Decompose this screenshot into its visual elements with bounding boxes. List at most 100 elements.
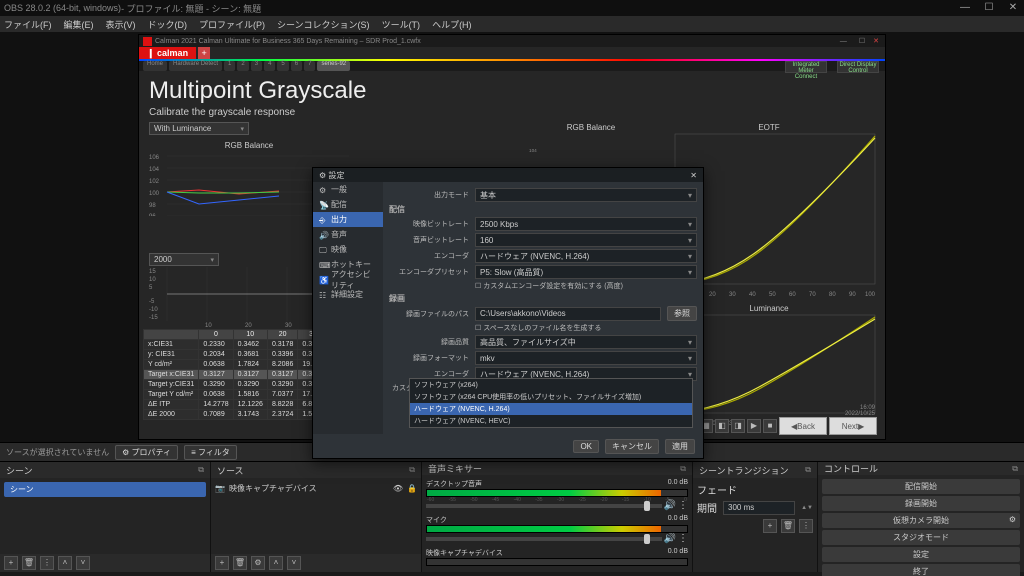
rec-quality-select[interactable]: 高品質、ファイルサイズ中 [475,335,697,349]
lum-value-dropdown[interactable]: 2000 [149,253,219,266]
nav-audio[interactable]: 🔊音声 [313,227,383,242]
tab-3[interactable]: 2 [237,61,248,71]
rec-fmt-select[interactable]: mkv [475,351,697,365]
menu-view[interactable]: 表示(V) [106,18,136,31]
virtual-cam-button[interactable]: 仮想カメラ開始⚙ [822,513,1020,528]
more-icon[interactable]: ⋮ [678,500,688,511]
tab-5[interactable]: 4 [264,61,275,71]
speaker-icon[interactable]: 🔊 [664,533,676,544]
gen-names-checkbox[interactable]: ☐ [475,325,481,332]
menu-file[interactable]: ファイル(F) [4,18,52,31]
tool-icon[interactable]: ◧ [715,419,729,433]
minimize-icon[interactable]: — [958,3,972,13]
popout-icon[interactable]: ⧉ [198,465,204,475]
calman-newtab-icon[interactable]: + [198,47,210,59]
volume-slider[interactable] [426,537,662,541]
gear-icon[interactable]: ⚙ [1009,515,1016,524]
tab-1[interactable]: Hardware Detect [169,61,222,71]
scene-down-icon[interactable]: ˅ [76,556,90,570]
remove-source-icon[interactable]: 🗑 [233,556,247,570]
start-record-button[interactable]: 録画開始 [822,496,1020,511]
prev-button[interactable]: ◀ Back [779,417,827,435]
eye-icon[interactable]: 👁 [393,484,403,493]
tab-4[interactable]: 3 [251,61,262,71]
menu-scenecol[interactable]: シーンコレクション(S) [277,18,370,31]
exit-button[interactable]: 終了 [822,564,1020,576]
source-up-icon[interactable]: ˄ [269,556,283,570]
menu-tools[interactable]: ツール(T) [382,18,421,31]
popout-icon[interactable]: ⧉ [1012,464,1018,474]
dropdown-option-selected[interactable]: ハードウェア (NVENC, H.264) [410,403,692,415]
audio-bitrate-input[interactable]: 160 [475,233,697,247]
close-icon[interactable]: ✕ [1006,3,1020,13]
ok-button[interactable]: OK [573,440,599,453]
menu-profile[interactable]: プロファイル(P) [199,18,265,31]
transition-select[interactable]: フェード [697,482,813,496]
next-button[interactable]: Next ▶ [829,417,877,435]
add-scene-icon[interactable]: + [4,556,18,570]
preset-select[interactable]: P5: Slow (高品質) [475,265,697,279]
tab-6[interactable]: 5 [277,61,288,71]
remove-scene-icon[interactable]: 🗑 [22,556,36,570]
tool-icon[interactable]: ◨ [731,419,745,433]
dialog-close-icon[interactable]: ✕ [690,171,697,180]
dropdown-option[interactable]: ハードウェア (NVENC, HEVC) [410,415,692,427]
add-source-icon[interactable]: + [215,556,229,570]
tab-active[interactable]: series-92 [317,61,350,71]
cancel-button[interactable]: キャンセル [605,439,659,454]
scene-up-icon[interactable]: ˄ [58,556,72,570]
dropdown-option[interactable]: ソフトウェア (x264) [410,379,692,391]
volume-slider[interactable] [426,504,662,508]
nav-output[interactable]: ⎆出力 [313,212,383,227]
tab-2[interactable]: 1 [224,61,235,71]
menu-edit[interactable]: 編集(E) [64,18,94,31]
apply-button[interactable]: 適用 [665,439,695,454]
rec-path-input[interactable]: C:\Users\akkono\Videos [475,307,661,321]
encoder-dropdown-list[interactable]: ソフトウェア (x264) ソフトウェア (x264 CPU使用率の低いプリセッ… [409,378,693,428]
calman-min-icon[interactable]: — [840,38,847,45]
lock-icon[interactable]: 🔒 [407,484,417,493]
encoder-select[interactable]: ハードウェア (NVENC, H.264) [475,249,697,263]
remove-transition-icon[interactable]: 🗑 [781,519,795,533]
popout-icon[interactable]: ⧉ [805,465,811,475]
add-transition-icon[interactable]: + [763,519,777,533]
settings-button[interactable]: 設定 [822,547,1020,562]
tool-icon[interactable]: ■ [763,419,777,433]
menu-help[interactable]: ヘルプ(H) [432,18,472,31]
nav-video[interactable]: 🖵映像 [313,242,383,257]
browse-button[interactable]: 参照 [667,306,697,321]
calman-close-icon[interactable]: ✕ [873,37,879,45]
calman-max-icon[interactable]: ☐ [859,37,865,45]
nav-stream[interactable]: 📡配信 [313,197,383,212]
nav-general[interactable]: ⚙一般 [313,182,383,197]
scene-filter-icon[interactable]: ⋮ [40,556,54,570]
luminance-dropdown[interactable]: With Luminance [149,122,249,135]
filter-button[interactable]: ≡ フィルタ [184,445,237,460]
video-bitrate-input[interactable]: 2500 Kbps [475,217,697,231]
start-stream-button[interactable]: 配信開始 [822,479,1020,494]
source-down-icon[interactable]: ˅ [287,556,301,570]
popout-icon[interactable]: ⧉ [409,465,415,475]
dialog-titlebar[interactable]: ⚙ 設定 ✕ [313,168,703,182]
adv-checkbox[interactable]: ☐ [475,283,481,290]
transition-more-icon[interactable]: ⋮ [799,519,813,533]
tab-home[interactable]: Home [143,61,167,71]
tab-7[interactable]: 6 [291,61,302,71]
duration-input[interactable]: 300 ms [723,501,795,515]
menu-dock[interactable]: ドック(D) [148,18,188,31]
nav-accessibility[interactable]: ♿アクセシビリティ [313,272,383,287]
maximize-icon[interactable]: ☐ [982,3,996,13]
output-mode-select[interactable]: 基本 [475,188,697,202]
duration-stepper[interactable]: ▲▼ [801,505,813,511]
dropdown-option[interactable]: ソフトウェア (x264 CPU使用率の低いプリセット、ファイルサイズ増加) [410,391,692,403]
tab-8[interactable]: 7 [304,61,315,71]
tool-icon[interactable]: ▶ [747,419,761,433]
popout-icon[interactable]: ⧉ [680,464,686,474]
scene-item[interactable]: シーン [4,482,206,497]
source-item[interactable]: 📷 映像キャプチャデバイス 👁 🔒 [215,482,417,495]
studio-mode-button[interactable]: スタジオモード [822,530,1020,545]
props-button[interactable]: ⚙ プロパティ [115,445,178,460]
source-props-icon[interactable]: ⚙ [251,556,265,570]
speaker-icon[interactable]: 🔊 [664,500,676,511]
more-icon[interactable]: ⋮ [678,533,688,544]
